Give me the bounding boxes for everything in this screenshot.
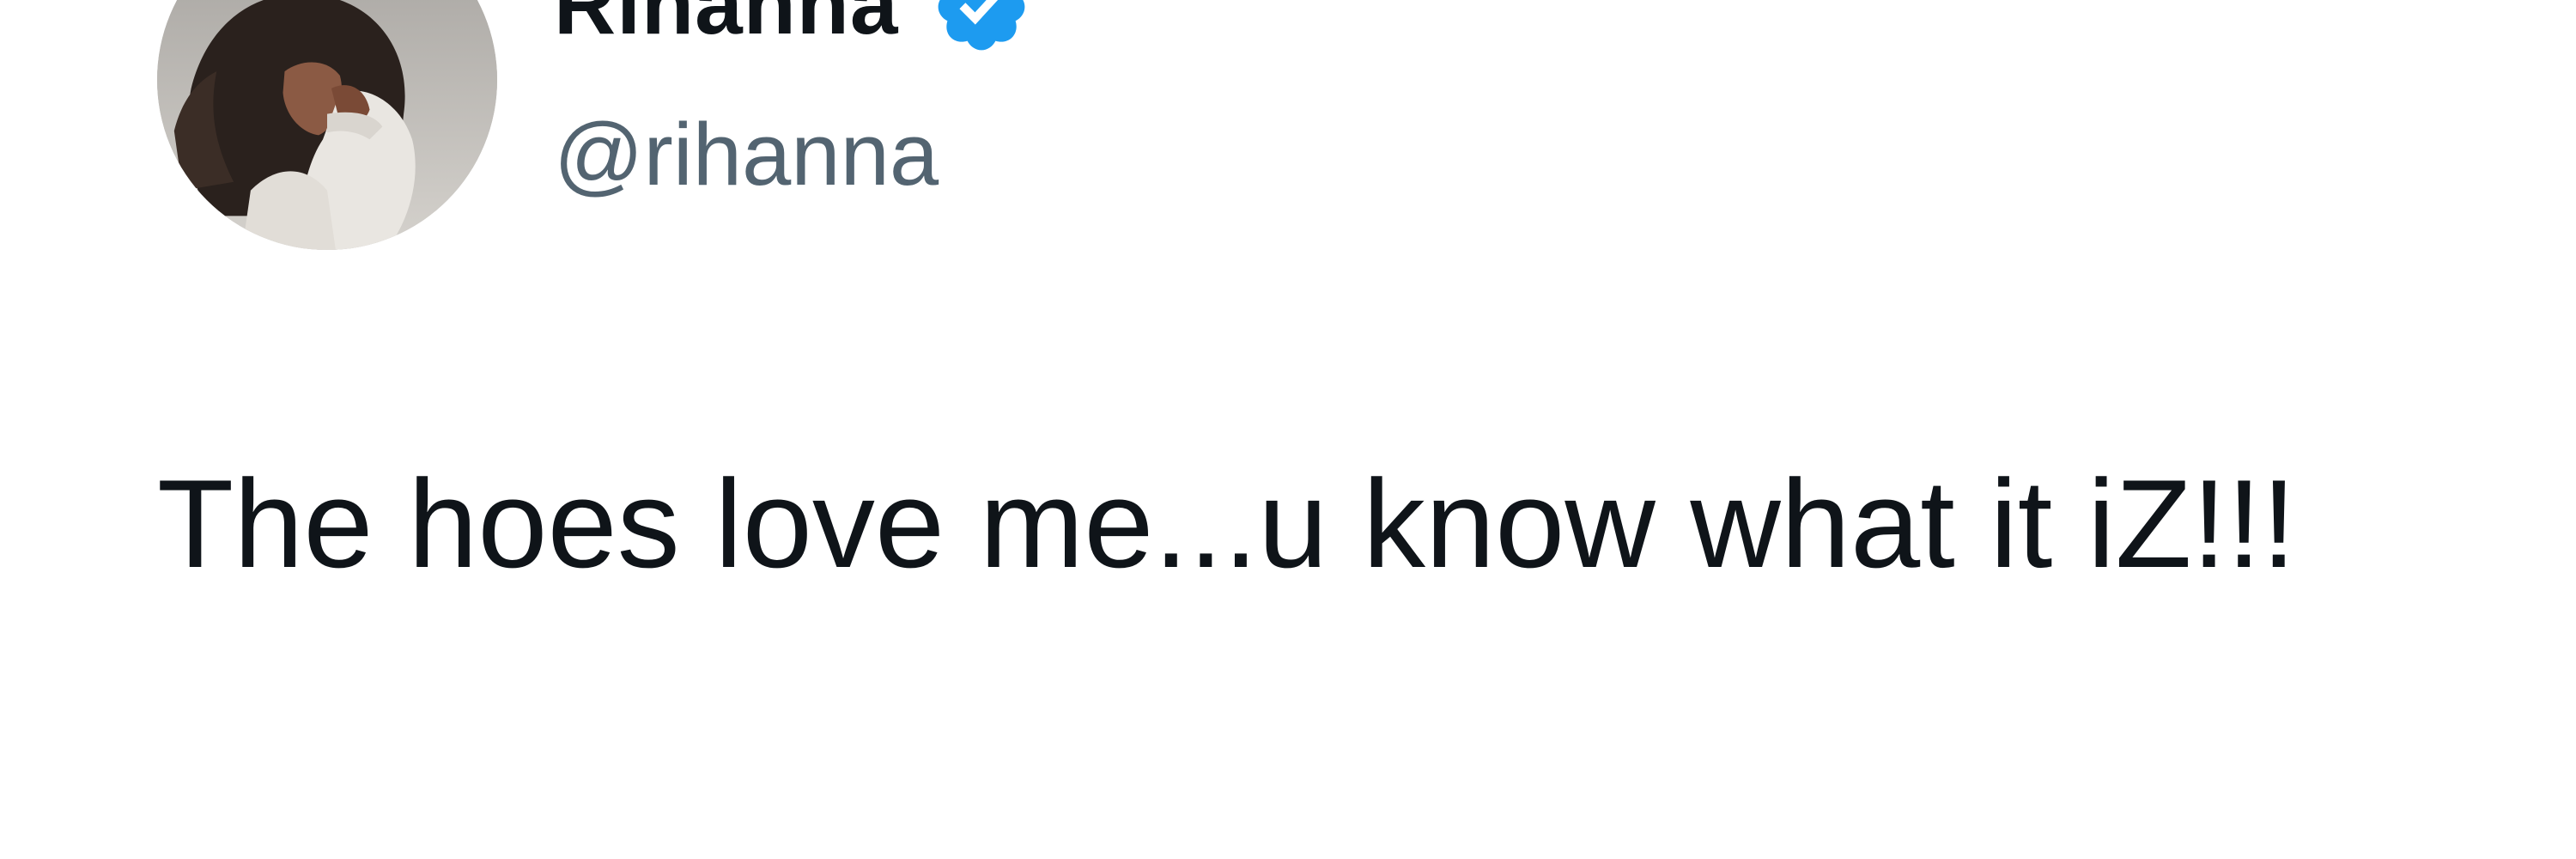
author-avatar[interactable] [157,0,497,250]
tweet-card: Rihanna @rihanna The hoes love me...u kn… [0,0,2576,859]
verified-badge-icon [939,0,1025,51]
tweet-header: Rihanna @rihanna [0,0,2576,258]
avatar-photo-icon [157,0,497,250]
author-name-row: Rihanna [554,0,1032,60]
author-handle[interactable]: @rihanna [554,98,939,211]
author-display-name[interactable]: Rihanna [554,0,898,60]
tweet-text: The hoes love me...u know what it iZ!!! [157,454,2297,594]
